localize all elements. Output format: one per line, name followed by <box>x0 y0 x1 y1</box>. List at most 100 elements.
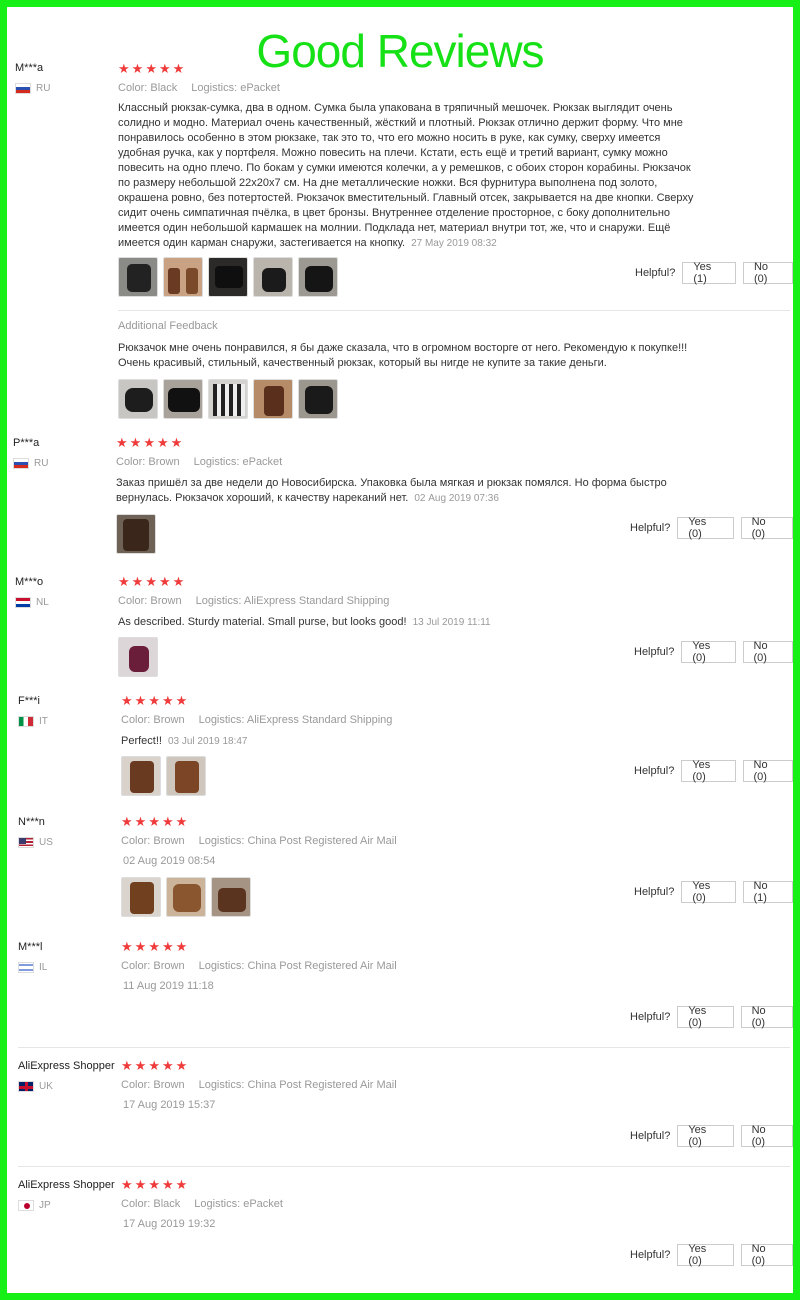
helpful-yes-button[interactable]: Yes (0) <box>677 1124 734 1148</box>
star-icon: ★ <box>148 940 160 955</box>
order-meta: Color: Black Logistics: ePacket <box>118 82 280 94</box>
helpful-yes-button[interactable]: Yes (0) <box>677 516 734 540</box>
photo-thumbnail[interactable] <box>118 379 158 419</box>
logistics-info: Logistics: ePacket <box>191 82 280 94</box>
photo-thumbnail[interactable] <box>118 257 158 297</box>
review-text: Perfect!! 03 Jul 2019 18:47 <box>121 734 681 749</box>
photo-thumbnail[interactable] <box>208 379 248 419</box>
star-icon: ★ <box>156 436 169 451</box>
review-body: Perfect!! <box>121 735 162 747</box>
helpful-label: Helpful? <box>634 765 675 777</box>
photo-thumbnail[interactable] <box>118 637 158 677</box>
helpful-no-button[interactable]: No (1) <box>742 880 793 904</box>
reviewer-name: AliExpress Shopper <box>18 1179 115 1191</box>
photo-thumbnail[interactable] <box>163 379 203 419</box>
star-icon: ★ <box>172 575 185 590</box>
country-code: IT <box>39 716 48 727</box>
star-icon: ★ <box>116 436 128 451</box>
country-code: RU <box>34 458 49 469</box>
color-info: Color: Brown <box>121 960 185 972</box>
helpful-label: Helpful? <box>635 267 676 279</box>
star-icon: ★ <box>161 940 174 955</box>
review-photos <box>121 877 251 917</box>
photo-thumbnail[interactable] <box>298 257 338 297</box>
helpful-no-button[interactable]: No (0) <box>742 759 793 783</box>
photo-thumbnail[interactable] <box>121 756 161 796</box>
helpful-yes-button[interactable]: Yes (0) <box>681 880 736 904</box>
reviewer-country: IT <box>18 716 48 727</box>
helpful-yes-button[interactable]: Yes (0) <box>677 1243 734 1267</box>
helpful-no-button[interactable]: No (0) <box>742 640 793 664</box>
star-icon: ★ <box>175 940 188 955</box>
star-icon: ★ <box>158 575 171 590</box>
helpful-no-button[interactable]: No (0) <box>740 1124 793 1148</box>
star-icon: ★ <box>175 694 188 709</box>
photo-thumbnail[interactable] <box>116 514 156 554</box>
star-icon: ★ <box>158 62 171 77</box>
helpful-yes-button[interactable]: Yes (1) <box>682 261 736 285</box>
order-meta: Color: Brown Logistics: ePacket <box>116 456 282 468</box>
helpful-no-button[interactable]: No (0) <box>740 1005 793 1029</box>
country-code: RU <box>36 83 51 94</box>
helpful-label: Helpful? <box>630 1130 671 1142</box>
review-date: 02 Aug 2019 08:54 <box>123 855 216 867</box>
helpful-votes: Helpful? Yes (0) No (0) <box>630 1124 793 1148</box>
logistics-info: Logistics: ePacket <box>194 1198 283 1210</box>
flag-ru-icon <box>15 83 31 94</box>
helpful-no-button[interactable]: No (0) <box>740 516 793 540</box>
star-icon: ★ <box>161 1059 174 1074</box>
order-meta: Color: Brown Logistics: China Post Regist… <box>121 960 397 972</box>
additional-photos <box>118 379 338 419</box>
divider <box>18 1166 790 1167</box>
review-text: As described. Sturdy material. Small pur… <box>118 615 678 630</box>
order-meta: Color: Brown Logistics: AliExpress Standa… <box>121 714 392 726</box>
star-icon: ★ <box>118 575 130 590</box>
star-icon: ★ <box>121 1059 133 1074</box>
logistics-info: Logistics: China Post Registered Air Mai… <box>198 960 397 972</box>
photo-thumbnail[interactable] <box>121 877 161 917</box>
star-icon: ★ <box>131 62 144 77</box>
helpful-label: Helpful? <box>630 522 671 534</box>
order-meta: Color: Brown Logistics: China Post Regist… <box>121 835 397 847</box>
country-code: NL <box>36 597 49 608</box>
review-photos <box>118 257 338 297</box>
logistics-info: Logistics: AliExpress Standard Shipping <box>198 714 393 726</box>
review-date: 13 Jul 2019 11:11 <box>412 617 491 628</box>
flag-uk-icon <box>18 1081 34 1092</box>
helpful-yes-button[interactable]: Yes (0) <box>681 759 736 783</box>
photo-thumbnail[interactable] <box>211 877 251 917</box>
star-icon: ★ <box>129 436 142 451</box>
photo-thumbnail[interactable] <box>298 379 338 419</box>
review-photos <box>118 637 158 677</box>
reviewer-name: M***a <box>15 62 44 74</box>
helpful-yes-button[interactable]: Yes (0) <box>677 1005 734 1029</box>
helpful-no-button[interactable]: No (0) <box>742 261 793 285</box>
reviewer-name: M***l <box>18 941 43 953</box>
helpful-label: Helpful? <box>630 1249 671 1261</box>
helpful-no-button[interactable]: No (0) <box>740 1243 793 1267</box>
additional-feedback-label: Additional Feedback <box>118 320 218 332</box>
photo-thumbnail[interactable] <box>166 756 206 796</box>
color-info: Color: Black <box>121 1198 181 1210</box>
helpful-yes-button[interactable]: Yes (0) <box>681 640 736 664</box>
helpful-votes: Helpful? Yes (0) No (1) <box>634 880 793 904</box>
page-frame: Good Reviews M***a RU ★ ★ ★ ★ ★ Color: Black… <box>0 0 800 1300</box>
photo-thumbnail[interactable] <box>208 257 248 297</box>
reviewer-name: M***o <box>15 576 44 588</box>
photo-thumbnail[interactable] <box>253 257 293 297</box>
photo-thumbnail[interactable] <box>163 257 203 297</box>
photo-thumbnail[interactable] <box>166 877 206 917</box>
reviewer-country: RU <box>13 458 48 469</box>
photo-thumbnail[interactable] <box>253 379 293 419</box>
star-rating: ★ ★ ★ ★ ★ <box>118 63 184 76</box>
flag-nl-icon <box>15 597 31 608</box>
reviewer-country: JP <box>18 1200 51 1211</box>
review-text: Классный рюкзак-сумка, два в одном. Сумк… <box>118 101 704 251</box>
star-icon: ★ <box>161 1178 174 1193</box>
color-info: Color: Black <box>118 82 178 94</box>
color-info: Color: Brown <box>118 595 182 607</box>
helpful-votes: Helpful? Yes (0) No (0) <box>630 1243 793 1267</box>
flag-it-icon <box>18 716 34 727</box>
star-icon: ★ <box>161 694 174 709</box>
helpful-votes: Helpful? Yes (0) No (0) <box>634 759 793 783</box>
